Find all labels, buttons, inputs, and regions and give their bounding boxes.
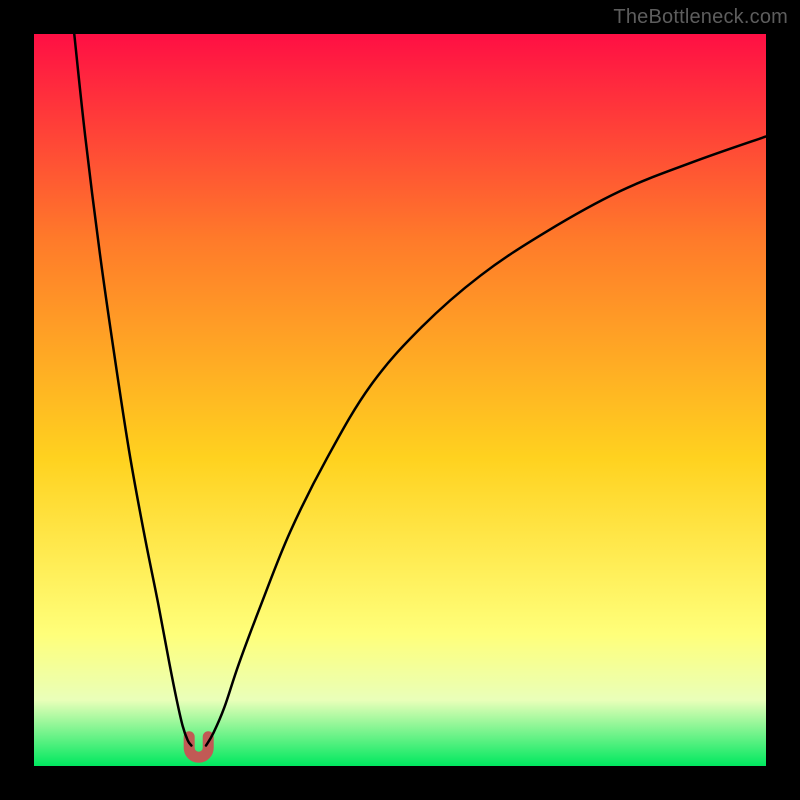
- gradient-background: [34, 34, 766, 766]
- chart-frame: TheBottleneck.com: [0, 0, 800, 800]
- watermark-text: TheBottleneck.com: [613, 6, 788, 29]
- plot-area: [34, 34, 766, 766]
- plot-svg: [34, 34, 766, 766]
